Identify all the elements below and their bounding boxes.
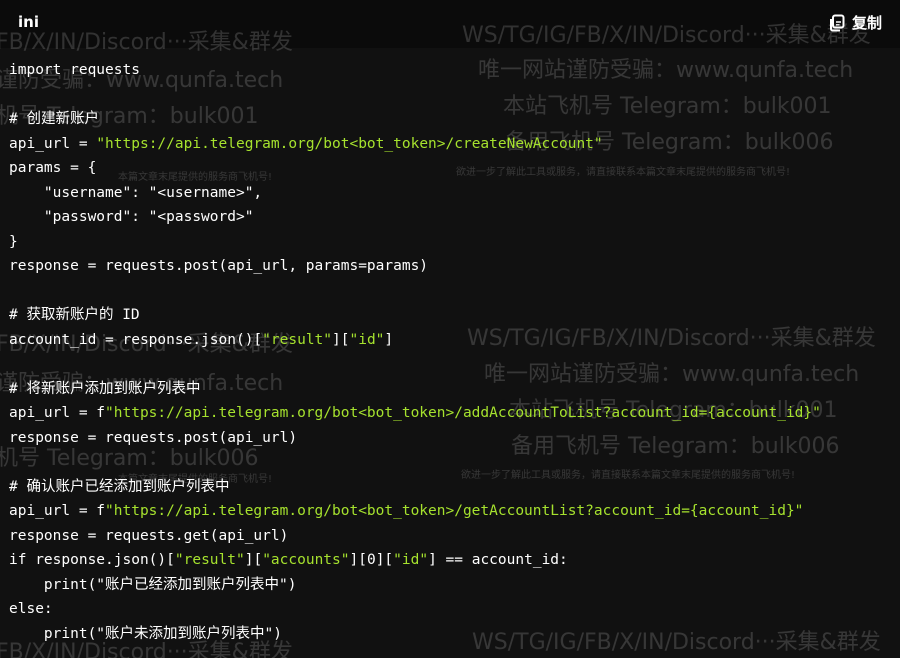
code-token: "https://api.telegram.org/bot<bot_token>… (105, 405, 821, 421)
copy-icon (828, 14, 846, 32)
code-block: ini 复制 FB/X/IN/Discord···采集&群发 谨防受骗：www.… (0, 0, 900, 658)
code-token: response = requests.post(api_url, params… (9, 258, 429, 274)
code-token: # 获取新账户的 ID (9, 307, 140, 323)
code-line: api_url = f"https://api.telegram.org/bot… (9, 499, 821, 524)
code-line: # 创建新账户 (9, 107, 821, 132)
code-line: # 将新账户添加到账户列表中 (9, 377, 821, 402)
code-line: response = requests.post(api_url, params… (9, 254, 821, 279)
code-token: response = requests.post(api_url) (9, 429, 298, 446)
code-line: response = requests.post(api_url) (9, 426, 821, 451)
code-token: api_url = (9, 135, 97, 152)
code-token: "https://api.telegram.org/bot<bot_token>… (105, 503, 804, 519)
code-token: account_id = response.json()[ (9, 331, 263, 348)
code-line: print("账户已经添加到账户列表中") (9, 573, 821, 598)
code-line: print("账户未添加到账户列表中") (9, 622, 821, 647)
code-token: # 确认账户已经添加到账户列表中 (9, 478, 230, 495)
code-token: ] (384, 331, 394, 348)
code-line: else: (9, 597, 821, 622)
code-token: "https://api.telegram.org/bot<bot_token>… (96, 135, 603, 152)
code-token: "id" (349, 331, 385, 348)
copy-button[interactable]: 复制 (828, 12, 882, 33)
code-line: response = requests.get(api_url) (9, 524, 821, 549)
code-area[interactable]: import requests # 创建新账户 api_url = "https:/… (9, 58, 821, 646)
code-token: else: (9, 601, 53, 617)
code-token: print("账户已经添加到账户列表中") (9, 576, 297, 593)
code-line: if response.json()["result"]["accounts"]… (9, 548, 821, 573)
code-token: "result" (262, 331, 333, 348)
code-line: } (9, 230, 821, 255)
code-token: } (9, 233, 18, 250)
code-token: "password": "<password>" (9, 209, 254, 225)
code-token: params = { (9, 160, 97, 176)
code-token: ][ (332, 331, 350, 348)
code-token: api_url = f (9, 503, 106, 519)
code-line: # 获取新账户的 ID (9, 303, 821, 328)
code-token: # 创建新账户 (9, 111, 99, 127)
code-token: ][ (244, 552, 263, 568)
code-token: ] == account_id: (428, 552, 568, 568)
code-token: "result" (174, 552, 245, 568)
code-token: response = requests.get(api_url) (9, 527, 289, 544)
code-token: "accounts" (262, 552, 350, 568)
code-line: # 确认账户已经添加到账户列表中 (9, 475, 821, 500)
code-token: import requests (9, 62, 140, 78)
code-token: "username": "<username>", (9, 184, 263, 201)
copy-button-label: 复制 (851, 14, 882, 32)
code-token: if response.json()[ (9, 552, 175, 568)
code-token: # 将新账户添加到账户列表中 (9, 380, 201, 397)
language-label: ini (18, 13, 39, 31)
code-token: ][0][ (349, 552, 394, 568)
code-line: import requests (9, 58, 821, 83)
code-token: print("账户未添加到账户列表中") (9, 625, 282, 642)
code-line: account_id = response.json()["result"]["… (9, 328, 821, 353)
code-line: "password": "<password>" (9, 205, 821, 230)
code-line: "username": "<username>", (9, 181, 821, 206)
code-token: api_url = f (9, 405, 106, 421)
code-line: api_url = "https://api.telegram.org/bot<… (9, 132, 821, 157)
code-block-header: ini 复制 (0, 0, 900, 48)
code-line: api_url = f"https://api.telegram.org/bot… (9, 401, 821, 426)
code-token: "id" (393, 552, 429, 568)
code-line: params = { (9, 156, 821, 181)
